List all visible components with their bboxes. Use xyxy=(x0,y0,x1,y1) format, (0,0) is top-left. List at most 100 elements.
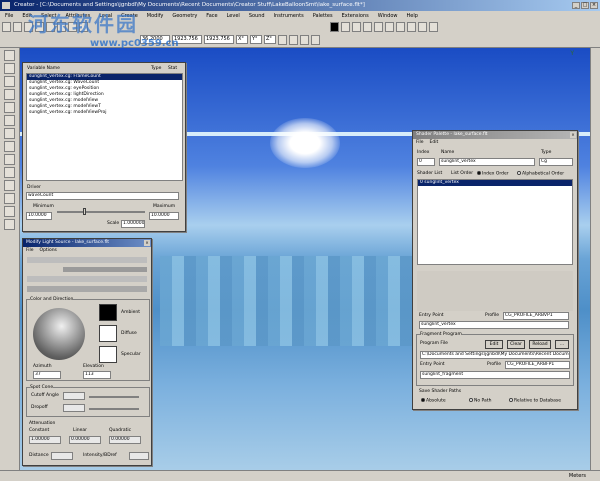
constant-field[interactable]: 1.00000 xyxy=(29,436,61,444)
specular-swatch[interactable] xyxy=(99,346,117,363)
shader-name-field[interactable]: sunglint_vertex xyxy=(439,158,535,166)
spot-cone-label: Spot Cone xyxy=(30,385,54,390)
new-file-icon[interactable] xyxy=(2,22,11,32)
absolute-radio[interactable]: Absolute xyxy=(421,398,446,404)
tool-icon-4[interactable] xyxy=(311,35,320,45)
shader-type-select[interactable]: Cg xyxy=(539,158,573,166)
relative-radio[interactable]: Relative to Database xyxy=(509,398,561,404)
toolbar-field-3[interactable]: 1923.756 xyxy=(204,35,234,44)
azimuth-field[interactable]: 37 xyxy=(33,371,61,379)
tool-icon-3[interactable] xyxy=(300,35,309,45)
menu-window[interactable]: Window xyxy=(378,11,398,21)
dropoff-slider[interactable] xyxy=(89,408,139,410)
menu-geometry[interactable]: Geometry xyxy=(172,11,197,21)
light-panel-close-icon[interactable]: × xyxy=(144,240,150,246)
range-slider-track[interactable] xyxy=(57,211,145,213)
vertex-entry-field[interactable]: sunglint_vertex xyxy=(419,321,569,329)
maximum-field[interactable]: 10.0000 xyxy=(149,212,179,220)
diffuse-swatch[interactable] xyxy=(99,325,117,342)
face-tool-icon[interactable] xyxy=(4,141,15,152)
move-tool-icon[interactable] xyxy=(4,89,15,100)
relative-label: Relative to Database xyxy=(514,398,561,404)
scale-tool-icon[interactable] xyxy=(4,115,15,126)
z-axis-button[interactable]: Z° xyxy=(264,35,276,44)
close-icon[interactable]: × xyxy=(590,2,598,9)
shader-menu-file[interactable]: File xyxy=(416,139,424,146)
vertex-tool-icon[interactable] xyxy=(4,128,15,139)
browse-button[interactable]: ... xyxy=(555,340,569,349)
elevation-field[interactable]: 113 xyxy=(83,371,111,379)
menu-sound[interactable]: Sound xyxy=(249,11,265,21)
tool-icon-8[interactable] xyxy=(374,22,383,32)
fragment-entry-field[interactable]: sunglint_fragment xyxy=(420,371,570,379)
ambient-swatch[interactable] xyxy=(99,304,117,321)
y-axis-button[interactable]: Y° xyxy=(250,35,262,44)
vertex-profile-select[interactable]: CG_PROFILE_ARBVP1 xyxy=(503,312,569,320)
camera-tool-icon[interactable] xyxy=(4,180,15,191)
linear-field[interactable]: 0.00000 xyxy=(69,436,101,444)
cutoff-angle-field[interactable] xyxy=(63,392,85,400)
tool-icon-11[interactable] xyxy=(407,22,416,32)
reload-button[interactable]: Reload xyxy=(529,340,551,349)
rotate-tool-icon[interactable] xyxy=(4,102,15,113)
menu-palettes[interactable]: Palettes xyxy=(313,11,333,21)
dropoff-field[interactable] xyxy=(63,404,85,412)
quadratic-field[interactable]: 0.00000 xyxy=(109,436,141,444)
range-slider-thumb[interactable] xyxy=(83,208,86,215)
x-axis-button[interactable]: X° xyxy=(236,35,248,44)
measure-tool-icon[interactable] xyxy=(4,193,15,204)
shader-panel-close-icon[interactable]: × xyxy=(570,132,576,138)
driver-select[interactable]: waveCount xyxy=(26,192,179,200)
tool-icon-6[interactable] xyxy=(352,22,361,32)
edit-button[interactable]: Edit xyxy=(485,340,503,349)
tool-icon-2[interactable] xyxy=(289,35,298,45)
menu-extensions[interactable]: Extensions xyxy=(342,11,369,21)
no-path-radio[interactable]: No Path xyxy=(469,398,491,404)
index-field[interactable]: 0 xyxy=(417,158,435,166)
list-item[interactable]: 0 sunglint_vertex xyxy=(418,180,572,186)
tool-icon-12[interactable] xyxy=(418,22,427,32)
index-order-radio[interactable]: Index Order xyxy=(477,171,509,177)
scale-field[interactable]: 1.000000 xyxy=(121,220,145,228)
clear-button[interactable]: Clear xyxy=(507,340,525,349)
select-tool-icon[interactable] xyxy=(4,50,15,61)
alpha-order-radio[interactable]: Alphabetical Order xyxy=(517,171,564,177)
right-scroll-strip[interactable] xyxy=(590,48,600,470)
shader-list[interactable]: 0 sunglint_vertex xyxy=(417,179,573,265)
modify-tool-icon[interactable] xyxy=(4,76,15,87)
variables-list[interactable]: sunglint_vertex.cg: FrameCount sunglint_… xyxy=(26,73,183,181)
fragment-profile-select[interactable]: CG_PROFILE_ARBFP1 xyxy=(505,361,570,369)
minimize-icon[interactable]: _ xyxy=(572,2,580,9)
open-file-icon[interactable] xyxy=(13,22,22,32)
menu-modify[interactable]: Modify xyxy=(147,11,164,21)
tool-icon-10[interactable] xyxy=(396,22,405,32)
texture-tool-icon[interactable] xyxy=(4,154,15,165)
tool-icon-9[interactable] xyxy=(385,22,394,32)
list-item[interactable]: sunglint_vertex.cg: modelViewProj xyxy=(27,110,182,116)
program-file-field[interactable]: C:\Documents and Settings\jgnbdl\My Docu… xyxy=(420,351,570,359)
menu-help[interactable]: Help xyxy=(406,11,417,21)
menu-file[interactable]: File xyxy=(5,11,13,21)
menu-face[interactable]: Face xyxy=(206,11,217,21)
maximize-icon[interactable]: □ xyxy=(581,2,589,9)
light-menu-options[interactable]: Options xyxy=(40,247,57,254)
create-tool-icon[interactable] xyxy=(4,63,15,74)
color-swatch-icon[interactable] xyxy=(330,22,339,32)
zoom-tool-icon[interactable] xyxy=(4,206,15,217)
intensity-field[interactable] xyxy=(129,452,149,460)
menu-instruments[interactable]: Instruments xyxy=(274,11,304,21)
tool-icon-1[interactable] xyxy=(278,35,287,45)
shader-menu-edit[interactable]: Edit xyxy=(430,139,439,146)
light-direction-sphere[interactable] xyxy=(33,308,85,360)
tool-icon-13[interactable] xyxy=(429,22,438,32)
light-menu-file[interactable]: File xyxy=(26,247,34,254)
minimum-field[interactable]: 10.0000 xyxy=(26,212,52,220)
menu-level[interactable]: Level xyxy=(227,11,240,21)
pan-tool-icon[interactable] xyxy=(4,219,15,230)
distance-field[interactable] xyxy=(51,452,73,460)
cutoff-slider[interactable] xyxy=(89,396,139,398)
tool-icon-5[interactable] xyxy=(341,22,350,32)
index-label: Index xyxy=(417,150,430,155)
light-tool-icon[interactable] xyxy=(4,167,15,178)
tool-icon-7[interactable] xyxy=(363,22,372,32)
